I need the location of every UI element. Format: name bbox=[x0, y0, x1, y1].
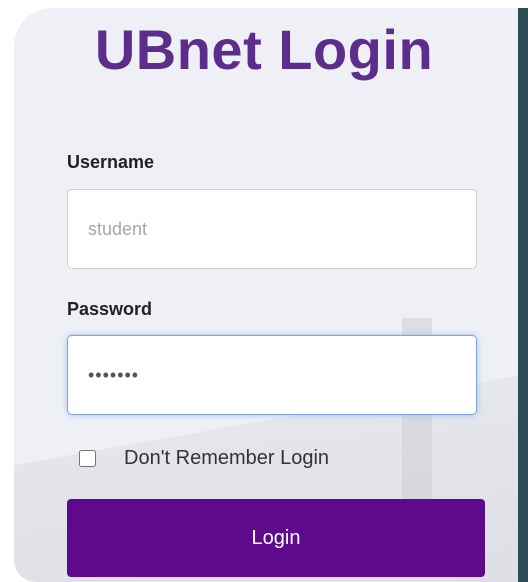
remember-label: Don't Remember Login bbox=[124, 447, 330, 469]
password-input[interactable] bbox=[67, 335, 477, 415]
password-label: Password bbox=[67, 299, 153, 319]
page-title: UBnet Login bbox=[94, 18, 434, 81]
login-card bbox=[14, 8, 528, 582]
remember-checkbox[interactable] bbox=[79, 450, 96, 467]
username-input[interactable] bbox=[67, 189, 477, 269]
login-button[interactable]: Login bbox=[67, 499, 485, 577]
username-label: Username bbox=[67, 152, 155, 172]
card-edge bbox=[518, 8, 528, 582]
remember-login-option[interactable]: Don't Remember Login bbox=[79, 447, 329, 470]
